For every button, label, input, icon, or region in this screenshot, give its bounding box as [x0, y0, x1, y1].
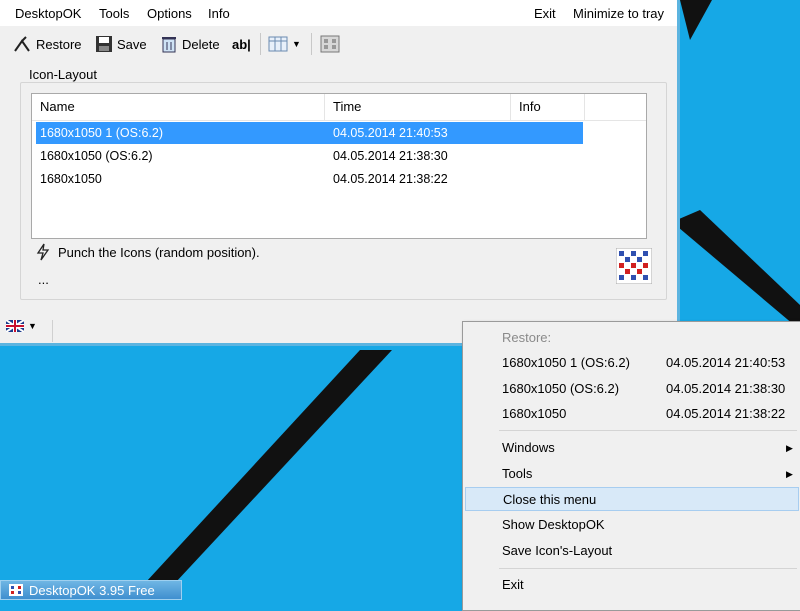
menu-tools-label: Tools — [502, 466, 533, 481]
menu-entry-time: 04.05.2014 21:38:22 — [666, 406, 786, 421]
text-label-icon: ab| — [232, 36, 251, 52]
grid-view-icon — [268, 36, 288, 52]
row-name: 1680x1050 — [40, 172, 102, 186]
punch-icons-link[interactable]: Punch the Icons (random position). — [36, 243, 260, 261]
chevron-right-icon: ▶ — [786, 469, 793, 479]
chevron-right-icon: ▶ — [786, 443, 793, 453]
restore-icon — [14, 36, 30, 52]
chevron-down-icon: ▼ — [28, 321, 37, 331]
toolbar: Restore Save Delete ab| ▼ — [0, 27, 677, 61]
menu-separator — [499, 430, 797, 431]
taskbar-desktopok-button[interactable]: DesktopOK 3.95 Free — [0, 580, 182, 600]
toolbar-separator — [311, 33, 312, 55]
menu-entry-name: 1680x1050 (OS:6.2) — [502, 381, 620, 396]
layout-grid-dropdown[interactable]: ▼ — [268, 33, 301, 55]
tray-context-menu: Restore: 1680x1050 1 (OS:6.2) 04.05.2014… — [462, 321, 800, 611]
row-time: 04.05.2014 21:38:22 — [333, 172, 448, 186]
menu-save-layout[interactable]: Save Icon's-Layout — [463, 539, 800, 563]
table-row[interactable]: 1680x1050 (OS:6.2) 04.05.2014 21:38:30 — [32, 145, 646, 167]
menu-save-label: Save Icon's-Layout — [502, 543, 613, 558]
desktopok-app-icon — [9, 584, 23, 596]
list-header: Name Time Info — [32, 94, 646, 121]
uk-flag-icon — [6, 320, 24, 332]
save-label: Save — [117, 36, 147, 52]
menu-options[interactable]: Options — [147, 6, 192, 21]
menu-restore-entry[interactable]: 1680x1050 (OS:6.2) 04.05.2014 21:38:30 — [463, 377, 800, 401]
row-time: 04.05.2014 21:40:53 — [333, 126, 448, 140]
table-row[interactable]: 1680x1050 1 (OS:6.2) 04.05.2014 21:40:53 — [32, 122, 646, 144]
menu-entry-time: 04.05.2014 21:40:53 — [666, 355, 786, 370]
column-name[interactable]: Name — [32, 94, 325, 120]
menu-minimize-to-tray[interactable]: Minimize to tray — [573, 6, 664, 21]
row-time: 04.05.2014 21:38:30 — [333, 149, 448, 163]
lightning-icon — [36, 243, 50, 261]
punch-icons-label: Punch the Icons (random position). — [58, 244, 260, 260]
menu-exit[interactable]: Exit — [463, 573, 800, 597]
menu-entry-time: 04.05.2014 21:38:30 — [666, 381, 786, 396]
language-dropdown[interactable]: ▼ — [6, 320, 37, 332]
column-time[interactable]: Time — [325, 94, 511, 120]
more-link[interactable]: ... — [38, 272, 49, 287]
chevron-down-icon: ▼ — [292, 39, 301, 49]
toolbar-separator — [260, 33, 261, 55]
menu-restore-header: Restore: — [463, 326, 800, 350]
delete-button[interactable]: Delete — [160, 33, 220, 55]
menu-restore-entry[interactable]: 1680x1050 04.05.2014 21:38:22 — [463, 402, 800, 426]
menu-windows[interactable]: Windows ▶ — [463, 436, 800, 460]
menu-close-label: Close this menu — [503, 492, 597, 507]
taskbar-label: DesktopOK 3.95 Free — [29, 582, 155, 598]
icon-layout-group-title: Icon-Layout — [29, 67, 97, 82]
menu-restore-label: Restore: — [502, 330, 552, 345]
row-name: 1680x1050 (OS:6.2) — [40, 149, 153, 163]
menu-windows-label: Windows — [502, 440, 555, 455]
layout-list[interactable]: Name Time Info 1680x1050 1 (OS:6.2) 04.0… — [31, 93, 647, 239]
menu-entry-name: 1680x1050 — [502, 406, 567, 421]
menu-tools[interactable]: Tools — [99, 6, 129, 21]
menu-desktopok[interactable]: DesktopOK — [15, 6, 81, 21]
restore-button[interactable]: Restore — [12, 33, 82, 55]
desktop-grid-icon — [320, 35, 340, 53]
row-name: 1680x1050 1 (OS:6.2) — [40, 126, 163, 140]
menu-separator — [499, 568, 797, 569]
table-row[interactable]: 1680x1050 04.05.2014 21:38:22 — [32, 168, 646, 190]
menu-info[interactable]: Info — [208, 6, 230, 21]
text-label-button[interactable]: ab| — [232, 33, 251, 55]
restore-label: Restore — [36, 36, 82, 52]
menu-exit[interactable]: Exit — [534, 6, 556, 21]
column-info[interactable]: Info — [511, 94, 585, 120]
save-button[interactable]: Save — [95, 33, 147, 55]
delete-icon — [162, 37, 176, 53]
menu-bar: DesktopOK Tools Options Info Exit Minimi… — [0, 0, 677, 26]
desktopok-window: DesktopOK Tools Options Info Exit Minimi… — [0, 0, 680, 346]
menu-tools-submenu[interactable]: Tools ▶ — [463, 462, 800, 486]
floppy-icon — [96, 36, 112, 52]
menu-entry-name: 1680x1050 1 (OS:6.2) — [502, 355, 630, 370]
program-logo-icon[interactable] — [616, 248, 652, 284]
menu-close-this-menu[interactable]: Close this menu — [465, 487, 799, 511]
menu-show-desktopok[interactable]: Show DesktopOK — [463, 513, 800, 537]
statusbar-separator — [52, 320, 53, 342]
menu-exit-label: Exit — [502, 577, 524, 592]
desktop-grid-button[interactable] — [320, 33, 340, 55]
delete-label: Delete — [182, 36, 220, 52]
menu-restore-entry[interactable]: 1680x1050 1 (OS:6.2) 04.05.2014 21:40:53 — [463, 351, 800, 375]
menu-show-label: Show DesktopOK — [502, 517, 605, 532]
